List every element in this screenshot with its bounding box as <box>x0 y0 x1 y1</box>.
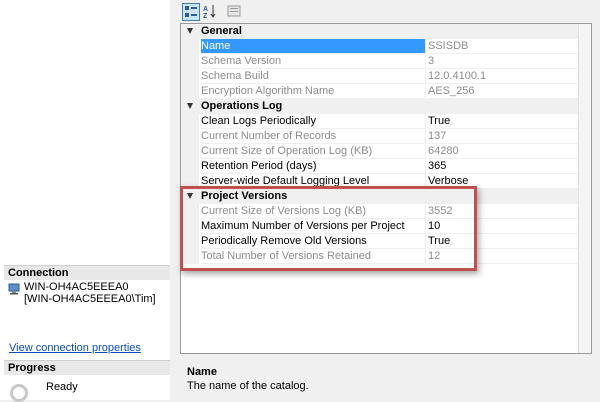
property-pages-icon <box>227 5 241 17</box>
connection-header: Connection <box>4 265 170 280</box>
property-value: 12.0.4100.1 <box>428 69 581 84</box>
connection-server: WIN-OH4AC5EEEA0 <box>24 281 129 293</box>
property-name: Retention Period (days) <box>201 159 426 174</box>
property-name: Clean Logs Periodically <box>201 114 426 129</box>
property-value[interactable]: True <box>428 114 581 129</box>
category-operations-log[interactable]: Operations Log <box>181 99 581 114</box>
page-list-area <box>0 0 170 262</box>
property-value: AES_256 <box>428 84 581 99</box>
category-label: Operations Log <box>201 100 283 112</box>
property-row[interactable]: Schema Build 12.0.4100.1 <box>181 69 581 84</box>
description-title: Name <box>187 366 217 378</box>
view-connection-properties-link[interactable]: View connection properties <box>9 342 141 354</box>
property-value: 137 <box>428 129 581 144</box>
property-pages-button[interactable] <box>226 3 244 21</box>
property-row[interactable]: Encryption Algorithm Name AES_256 <box>181 84 581 99</box>
property-row[interactable]: Current Number of Records 137 <box>181 129 581 144</box>
property-name: Schema Version <box>201 54 426 69</box>
alphabetical-icon: A Z <box>203 5 216 20</box>
vertical-scrollbar[interactable] <box>578 24 591 353</box>
property-name: Current Number of Records <box>201 129 426 144</box>
property-value: 3 <box>428 54 581 69</box>
collapse-arrow-icon[interactable] <box>187 103 193 109</box>
highlight-box <box>180 186 477 271</box>
property-row[interactable]: Current Size of Operation Log (KB) 64280 <box>181 144 581 159</box>
connection-user: [WIN-OH4AC5EEEA0\Tim] <box>24 293 156 305</box>
server-icon <box>8 283 20 295</box>
categorized-button[interactable] <box>182 3 200 21</box>
categorized-icon <box>185 6 197 17</box>
property-value: SSISDB <box>428 39 581 54</box>
property-value: 64280 <box>428 144 581 159</box>
description-panel: Name The name of the catalog. <box>180 362 600 400</box>
property-row[interactable]: Retention Period (days) 365 <box>181 159 581 174</box>
property-name: Current Size of Operation Log (KB) <box>201 144 426 159</box>
progress-header: Progress <box>4 360 170 375</box>
collapse-arrow-icon[interactable] <box>187 28 193 34</box>
progress-status: Ready <box>46 381 78 393</box>
property-value[interactable]: 365 <box>428 159 581 174</box>
description-text: The name of the catalog. <box>187 380 309 392</box>
property-name: Schema Build <box>201 69 426 84</box>
property-row[interactable]: Clean Logs Periodically True <box>181 114 581 129</box>
category-general[interactable]: General <box>181 24 581 39</box>
left-panel: Connection WIN-OH4AC5EEEA0 [WIN-OH4AC5EE… <box>0 0 171 402</box>
property-name: Name <box>201 39 426 54</box>
progress-spinner-icon <box>10 384 28 402</box>
svg-text:Z: Z <box>203 13 208 19</box>
property-row[interactable]: Schema Version 3 <box>181 54 581 69</box>
property-row-name[interactable]: Name SSISDB <box>181 39 581 54</box>
alphabetical-button[interactable]: A Z <box>202 3 220 21</box>
property-name: Encryption Algorithm Name <box>201 84 426 99</box>
property-grid-toolbar: A Z <box>180 3 600 21</box>
category-label: General <box>201 25 242 37</box>
svg-text:A: A <box>203 6 208 13</box>
